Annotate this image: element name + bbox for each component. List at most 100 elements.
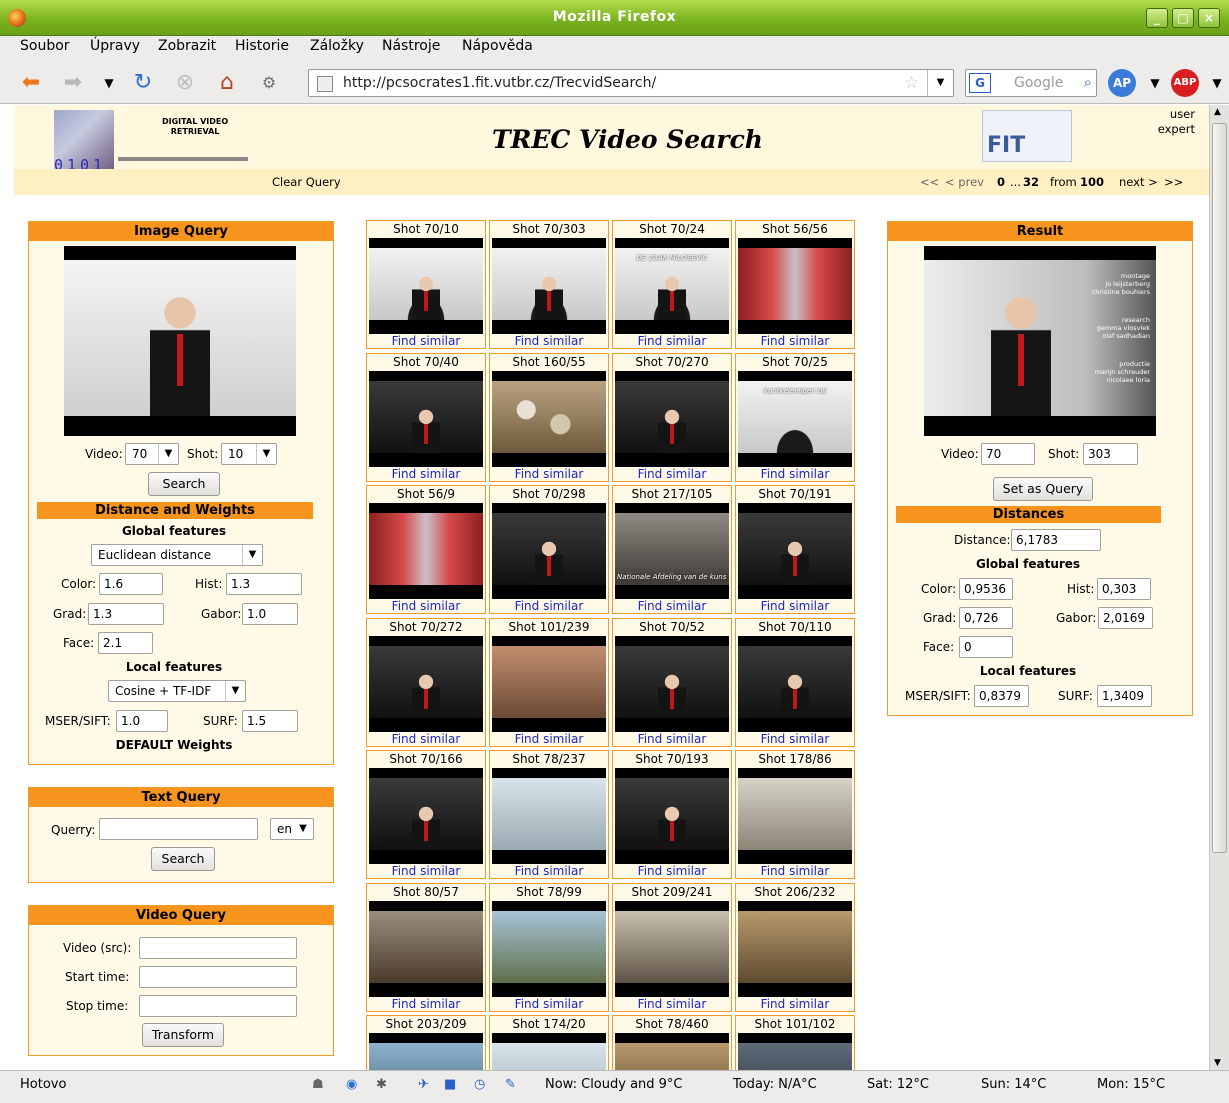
- last-page-link[interactable]: >>: [1164, 175, 1183, 189]
- shot-thumbnail[interactable]: [615, 900, 729, 997]
- shot-thumbnail[interactable]: [738, 900, 852, 997]
- tools-icon[interactable]: ⚙: [254, 68, 284, 98]
- shot-thumbnail[interactable]: [615, 635, 729, 732]
- find-similar-link[interactable]: Find similar: [367, 334, 485, 349]
- color-weight-input[interactable]: 1.6: [99, 573, 163, 595]
- menu-history[interactable]: Historie: [235, 38, 289, 54]
- stop-icon[interactable]: ⊗: [170, 68, 200, 98]
- hist-weight-input[interactable]: 1.3: [226, 573, 302, 595]
- bug-icon[interactable]: ✱: [376, 1077, 387, 1092]
- weather-sat[interactable]: Sat: 12°C: [867, 1077, 929, 1092]
- shot-cell[interactable]: Shot 70/272 Find similar: [366, 617, 486, 747]
- home-icon[interactable]: ⌂: [212, 68, 242, 98]
- scroll-down-icon[interactable]: ▼: [1214, 1058, 1221, 1068]
- shot-cell[interactable]: Shot 70/52 Find similar: [612, 617, 732, 747]
- shot-thumbnail[interactable]: [615, 1033, 729, 1070]
- shot-thumbnail[interactable]: [738, 238, 852, 334]
- shot-cell[interactable]: Shot 160/55 Find similar: [489, 352, 609, 482]
- addon-dropdown-icon[interactable]: ▼: [1140, 68, 1170, 98]
- shot-thumbnail[interactable]: [738, 1033, 852, 1070]
- shot-thumbnail[interactable]: Kontkeleinigen bij: [738, 370, 852, 467]
- find-similar-link[interactable]: Find similar: [367, 467, 485, 482]
- start-time-input[interactable]: [139, 966, 297, 988]
- find-similar-link[interactable]: Find similar: [736, 467, 854, 482]
- shot-cell[interactable]: Shot 70/191 Find similar: [735, 485, 855, 614]
- find-similar-link[interactable]: Find similar: [736, 334, 854, 349]
- find-similar-link[interactable]: Find similar: [490, 599, 608, 614]
- url-dropdown-icon[interactable]: ▼: [927, 70, 953, 96]
- find-similar-link[interactable]: Find similar: [367, 864, 485, 879]
- shot-cell[interactable]: Shot 174/20: [489, 1015, 609, 1070]
- grad-weight-input[interactable]: 1.3: [88, 603, 164, 625]
- shot-cell[interactable]: Shot 101/239 Find similar: [489, 617, 609, 747]
- weather-sun[interactable]: Sun: 14°C: [981, 1077, 1046, 1092]
- menu-edit[interactable]: Úpravy: [90, 38, 140, 54]
- weather-now[interactable]: Now: Cloudy and 9°C: [545, 1077, 683, 1092]
- bookmark-star-icon[interactable]: ☆: [904, 73, 919, 93]
- camera-icon[interactable]: ■: [444, 1077, 456, 1092]
- search-box[interactable]: G Google ⌕: [965, 69, 1097, 97]
- shot-cell[interactable]: Shot 70/110 Find similar: [735, 617, 855, 747]
- tool-icon[interactable]: ✎: [505, 1077, 516, 1092]
- shot-thumbnail[interactable]: [369, 238, 483, 334]
- surf-weight-input[interactable]: 1.5: [242, 710, 298, 732]
- adblock-icon[interactable]: ABP: [1171, 69, 1199, 97]
- result-shot-value[interactable]: 303: [1083, 443, 1138, 465]
- shot-cell[interactable]: Shot 70/270 Find similar: [612, 352, 732, 482]
- find-similar-link[interactable]: Find similar: [367, 599, 485, 614]
- forward-icon[interactable]: ➡: [58, 68, 88, 98]
- vertical-scrollbar[interactable]: ▲ ▼: [1209, 105, 1229, 1070]
- reload-icon[interactable]: ↻: [128, 68, 158, 98]
- clock-icon[interactable]: ◷: [474, 1077, 485, 1092]
- global-metric-select[interactable]: Euclidean distance ▼: [91, 544, 263, 566]
- shot-thumbnail[interactable]: [369, 370, 483, 467]
- shot-thumbnail[interactable]: [738, 635, 852, 732]
- find-similar-link[interactable]: Find similar: [490, 864, 608, 879]
- first-page-link[interactable]: <<: [920, 175, 939, 189]
- default-weights-link[interactable]: DEFAULT Weights: [15, 738, 333, 752]
- find-similar-link[interactable]: Find similar: [490, 467, 608, 482]
- shot-cell[interactable]: Shot 101/102: [735, 1015, 855, 1070]
- maximize-icon[interactable]: □: [1172, 8, 1194, 28]
- shot-cell[interactable]: Shot 209/241 Find similar: [612, 882, 732, 1012]
- mser-weight-input[interactable]: 1.0: [116, 710, 168, 732]
- find-similar-link[interactable]: Find similar: [490, 334, 608, 349]
- next-page-link[interactable]: next >: [1119, 175, 1158, 189]
- shot-thumbnail[interactable]: [738, 503, 852, 599]
- back-icon[interactable]: ⬅: [16, 68, 46, 98]
- menu-bookmarks[interactable]: Záložky: [310, 38, 364, 54]
- shot-thumbnail[interactable]: [492, 1033, 606, 1070]
- shot-thumbnail[interactable]: [369, 503, 483, 599]
- shot-thumbnail[interactable]: [492, 635, 606, 732]
- shot-thumbnail[interactable]: [738, 768, 852, 864]
- shot-cell[interactable]: Shot 70/303 Find similar: [489, 220, 609, 349]
- face-weight-input[interactable]: 2.1: [98, 632, 153, 654]
- shot-thumbnail[interactable]: [615, 370, 729, 467]
- image-search-button[interactable]: Search: [148, 472, 220, 496]
- google-engine-icon[interactable]: G: [969, 73, 991, 93]
- ghost-icon[interactable]: ☗: [312, 1077, 324, 1092]
- weather-today[interactable]: Today: N/A°C: [733, 1077, 817, 1092]
- addon-status-icon[interactable]: ◉: [346, 1077, 357, 1092]
- shot-cell[interactable]: Shot 70/193 Find similar: [612, 750, 732, 879]
- shot-cell[interactable]: Shot 70/10 Find similar: [366, 220, 486, 349]
- find-similar-link[interactable]: Find similar: [613, 467, 731, 482]
- menu-view[interactable]: Zobrazit: [158, 38, 216, 54]
- shot-thumbnail[interactable]: [492, 370, 606, 467]
- scroll-up-icon[interactable]: ▲: [1214, 107, 1221, 117]
- find-similar-link[interactable]: Find similar: [613, 599, 731, 614]
- shot-thumbnail[interactable]: [492, 900, 606, 997]
- text-query-input[interactable]: [99, 818, 258, 840]
- find-similar-link[interactable]: Find similar: [367, 997, 485, 1012]
- shot-thumbnail[interactable]: DE ZAAK MILOSEVIC: [615, 238, 729, 334]
- find-similar-link[interactable]: Find similar: [367, 732, 485, 747]
- shot-cell[interactable]: Shot 78/99 Find similar: [489, 882, 609, 1012]
- shot-cell[interactable]: Shot 70/24 DE ZAAK MILOSEVIC Find similar: [612, 220, 732, 349]
- language-select[interactable]: en ▼: [270, 818, 314, 840]
- find-similar-link[interactable]: Find similar: [490, 732, 608, 747]
- find-similar-link[interactable]: Find similar: [490, 997, 608, 1012]
- search-icon[interactable]: ⌕: [1084, 73, 1092, 91]
- addon-icon[interactable]: AP: [1108, 69, 1136, 97]
- shot-thumbnail[interactable]: [369, 635, 483, 732]
- shot-cell[interactable]: Shot 70/40 Find similar: [366, 352, 486, 482]
